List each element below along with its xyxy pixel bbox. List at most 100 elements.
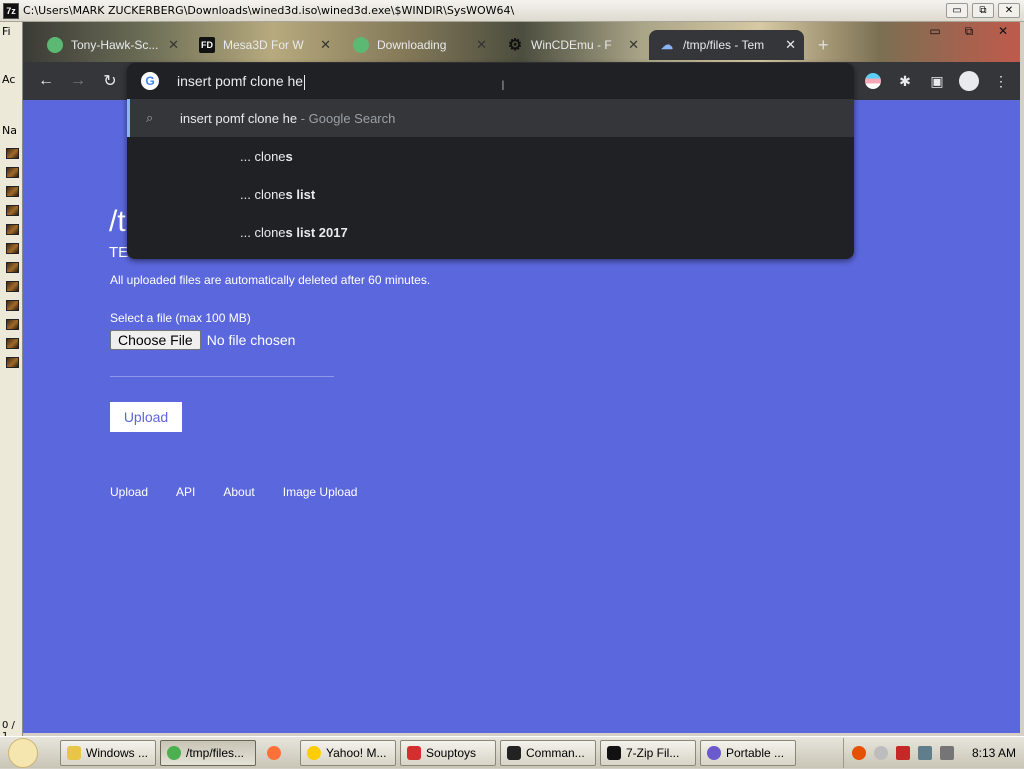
taskbar-label: Souptoys — [426, 745, 477, 760]
sidepanel-icon[interactable]: ▣ — [926, 70, 948, 92]
reload-icon[interactable]: ↻ — [99, 70, 121, 92]
tab-label: Downloading — [377, 38, 447, 52]
yahoo-messenger-icon — [307, 745, 321, 760]
7zip-app-icon: 7z — [3, 2, 19, 19]
taskbar-label: Yahoo! M... — [326, 745, 387, 760]
page-title: /t — [109, 205, 126, 238]
tab-tony-hawk[interactable]: Tony-Hawk-Sc... ✕ — [37, 30, 187, 60]
green-chrome-icon — [47, 37, 63, 53]
retention-notice: All uploaded files are automatically del… — [110, 273, 431, 287]
address-input[interactable]: insert pomf clone he — [177, 73, 303, 89]
suggestion-prefix: ... clone — [240, 224, 286, 240]
puzzle-icon[interactable]: ✱ — [894, 70, 916, 92]
profile-avatar-icon[interactable] — [958, 70, 980, 92]
search-icon: ⌕ — [146, 110, 154, 125]
souptoys-icon — [407, 745, 421, 760]
minimize-button[interactable]: ▭ — [946, 3, 968, 18]
footer-link-about[interactable]: About — [223, 485, 254, 499]
chrome-minimize-button[interactable]: ▭ — [918, 22, 952, 40]
taskbar-label: Portable ... — [726, 745, 785, 760]
kebab-menu-icon[interactable]: ⋮ — [990, 70, 1012, 92]
upload-button[interactable]: Upload — [110, 402, 182, 432]
file-icon[interactable] — [6, 148, 19, 159]
footer-link-api[interactable]: API — [176, 485, 195, 499]
file-icon[interactable] — [6, 224, 19, 235]
monitor-icon[interactable] — [917, 746, 932, 760]
suggestion-item[interactable]: ... clones list 2017 — [127, 213, 854, 251]
address-bar[interactable]: G insert pomf clone he I — [127, 63, 854, 99]
taskbar-item-portable[interactable]: Portable ... — [700, 739, 796, 766]
taskbar-label: Windows ... — [86, 745, 149, 760]
file-input[interactable]: Choose File No file chosen — [110, 330, 295, 350]
tab-mesa3d[interactable]: FD Mesa3D For W ✕ — [189, 30, 339, 60]
suggestion-item[interactable]: ... clones list — [127, 175, 854, 213]
extension-flag-icon[interactable] — [862, 70, 884, 92]
suggestion-bold: s list — [285, 186, 316, 202]
taskbar-item-firefox[interactable] — [260, 740, 296, 766]
taskbar-item-windows[interactable]: Windows ... — [60, 739, 156, 766]
taskbar-item-yahoo[interactable]: Yahoo! M... — [300, 739, 396, 766]
terminal-icon — [507, 745, 521, 760]
suggestion-google-search[interactable]: ⌕ insert pomf clone he - Google Search — [127, 99, 854, 137]
close-button[interactable]: ✕ — [998, 3, 1020, 18]
system-tray: 8:13 AM — [842, 738, 1024, 768]
folder-icon — [67, 745, 81, 760]
omnibox-dropdown: G insert pomf clone he I ⌕ insert pomf c… — [127, 63, 854, 259]
close-icon[interactable]: ✕ — [785, 37, 796, 53]
tab-label: WinCDEmu - F — [531, 38, 612, 52]
start-button[interactable] — [0, 737, 46, 769]
tab-tmp-files[interactable]: ☁ /tmp/files - Tem ✕ — [649, 30, 804, 60]
file-icon[interactable] — [6, 167, 19, 178]
new-tab-button[interactable]: + — [818, 35, 829, 56]
chrome-close-button[interactable]: ✕ — [986, 22, 1020, 40]
footer-link-upload[interactable]: Upload — [110, 485, 148, 499]
file-icon[interactable] — [6, 281, 19, 292]
back-arrow-icon[interactable]: ← — [35, 70, 57, 92]
close-icon[interactable]: ✕ — [320, 37, 331, 53]
chrome-restore-button[interactable]: ⧉ — [952, 22, 986, 40]
suggestion-suffix: - Google Search — [297, 110, 396, 126]
file-icon[interactable] — [6, 205, 19, 216]
taskbar-item-command[interactable]: Comman... — [500, 739, 596, 766]
close-icon[interactable]: ✕ — [476, 37, 487, 53]
taskbar-item-souptoys[interactable]: Souptoys — [400, 739, 496, 766]
close-icon[interactable]: ✕ — [168, 37, 179, 53]
name-column-header[interactable]: Na — [2, 124, 17, 137]
restore-button[interactable]: ⧉ — [972, 3, 994, 18]
file-input-underline — [110, 376, 334, 377]
choose-file-button[interactable]: Choose File — [110, 330, 201, 350]
volume-icon[interactable] — [939, 746, 954, 760]
tab-label: Mesa3D For W — [223, 38, 304, 52]
chrome-window: Tony-Hawk-Sc... ✕ FD Mesa3D For W ✕ Down… — [23, 22, 1020, 733]
file-icon[interactable] — [6, 243, 19, 254]
smiley-icon — [8, 737, 38, 768]
firefox-icon — [267, 745, 281, 760]
file-icon[interactable] — [6, 186, 19, 197]
network-error-icon[interactable] — [895, 746, 910, 760]
file-icon[interactable] — [6, 300, 19, 311]
file-select-label: Select a file (max 100 MB) — [110, 311, 251, 325]
forward-arrow-icon[interactable]: → — [67, 70, 89, 92]
green-chrome-icon — [353, 37, 369, 53]
tab-label: /tmp/files - Tem — [683, 38, 765, 52]
tab-downloading[interactable]: Downloading ✕ — [343, 30, 495, 60]
tab-wincdemu[interactable]: ⚙ WinCDEmu - F ✕ — [497, 30, 647, 60]
file-icon[interactable] — [6, 262, 19, 273]
menu-file[interactable]: Fi — [2, 25, 11, 38]
file-icon[interactable] — [6, 357, 19, 368]
minus-icon[interactable] — [873, 746, 888, 760]
footer-link-image-upload[interactable]: Image Upload — [283, 485, 358, 499]
search-icon[interactable] — [851, 746, 866, 760]
file-icon[interactable] — [6, 338, 19, 349]
taskbar-item-chrome[interactable]: /tmp/files... — [160, 739, 256, 766]
ibeam-cursor-icon: I — [501, 77, 505, 93]
window-path: C:\Users\MARK ZUCKERBERG\Downloads\wined… — [23, 4, 515, 17]
gear-icon: ⚙ — [507, 37, 523, 54]
taskbar-item-7zip[interactable]: 7-Zip Fil... — [600, 739, 696, 766]
footer-links: Upload API About Image Upload — [110, 485, 357, 499]
close-icon[interactable]: ✕ — [628, 37, 639, 53]
clock: 8:13 AM — [971, 746, 1016, 760]
suggestion-item[interactable]: ... clones — [127, 137, 854, 175]
portable-app-icon — [707, 745, 721, 760]
file-icon[interactable] — [6, 319, 19, 330]
